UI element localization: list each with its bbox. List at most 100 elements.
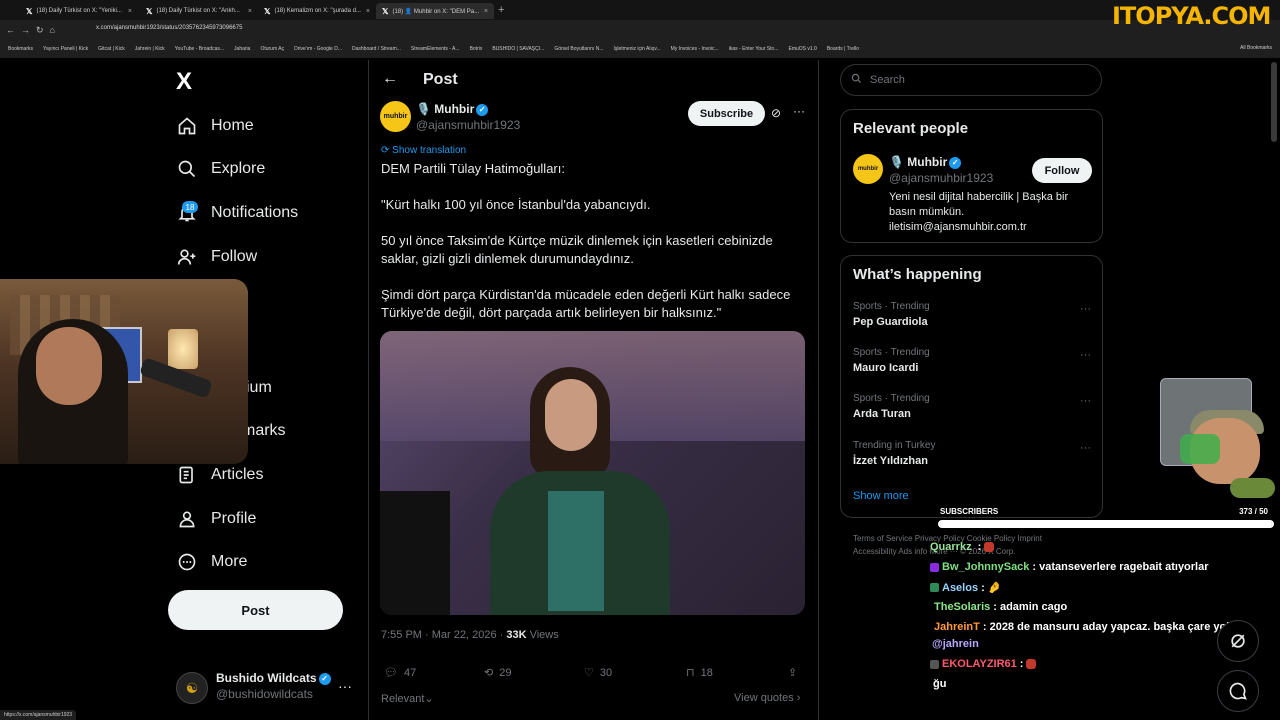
nav-profile[interactable]: Profile (176, 504, 256, 534)
bookmark-item[interactable]: ikas - Enter Your Sto... (729, 46, 779, 52)
browser-tab-active[interactable]: 𝕏 (18) 👤 Muhbir on X: "DEM Pa... × (376, 3, 494, 19)
emote-icon (1026, 659, 1037, 669)
show-more-link[interactable]: Show more (853, 490, 909, 502)
reply-button[interactable]: 💬︎ 47 (384, 666, 416, 680)
bookmark-item[interactable]: Boards | Trello (827, 46, 859, 52)
subscriber-progress-fill (940, 522, 1272, 526)
more-icon[interactable]: ··· (793, 104, 805, 118)
share-icon: ⇪ (788, 667, 798, 679)
bookmark-item[interactable]: Yayıncı Paneli | Kick (43, 46, 88, 52)
address-bar[interactable]: ←→↻⌂ x.com/ajansmuhbir1923/status/203576… (0, 22, 1280, 40)
messages-fab-icon[interactable] (1217, 670, 1259, 712)
cam-face (36, 327, 102, 405)
show-translation-link[interactable]: ⟳ Show translation (381, 145, 466, 156)
nav-label: Profile (211, 510, 257, 527)
scrollbar[interactable] (1271, 62, 1277, 142)
grok-icon[interactable]: ⊘ (771, 106, 781, 120)
views-count: 33K (506, 629, 527, 641)
x-favicon-icon: 𝕏 (146, 6, 153, 16)
more-icon[interactable]: ··· (338, 678, 352, 694)
bookmark-item[interactable]: Görsel Boyutlarını N... (554, 46, 603, 52)
close-tab-icon[interactable]: × (484, 8, 488, 15)
author-name[interactable]: 🎙️ Muhbir (416, 102, 474, 116)
author-handle[interactable]: @ajansmuhbir1923 (416, 118, 520, 132)
trend-item[interactable]: Sports · Trending Mauro Icardi ··· (853, 347, 1091, 383)
url-text[interactable]: x.com/ajansmuhbir1923/status/20357623459… (96, 25, 242, 31)
nav-label: Articles (211, 466, 264, 483)
post-timestamp: 7:55 PM · Mar 22, 2026 · 33K Views (381, 629, 559, 641)
nav-more[interactable]: More (176, 547, 247, 577)
bookmark-item[interactable]: BUSHIDO | SAVAŞÇI... (492, 46, 544, 52)
trend-item[interactable]: Sports · Trending Arda Turan ··· (853, 393, 1091, 429)
person-bio: Yeni nesil dijital habercilik | Başka bi… (889, 191, 1069, 233)
bookmark-item[interactable]: Jaharia (234, 46, 250, 52)
bookmarks-bar: Bookmarks Yayıncı Paneli | Kick Gitcat |… (0, 42, 1280, 56)
x-favicon-icon: 𝕏 (382, 6, 389, 16)
post-image[interactable] (380, 331, 805, 615)
nav-bookmarks[interactable]: marks (242, 416, 286, 446)
share-button[interactable]: ⇪ (788, 666, 797, 679)
nav-articles[interactable]: Articles (176, 460, 263, 490)
nav-explore[interactable]: Explore (176, 154, 265, 184)
more-icon[interactable]: ··· (1080, 349, 1091, 361)
more-icon[interactable]: ··· (1080, 303, 1091, 315)
nav-premium[interactable]: ium (246, 373, 272, 403)
bookmark-item[interactable]: My Invoices - Invoic... (671, 46, 719, 52)
like-button[interactable]: ♡ 30 (584, 666, 612, 680)
bookmark-item[interactable]: StreamElements - A... (411, 46, 460, 52)
sub-badge-icon (930, 562, 939, 572)
emote-icon (984, 542, 995, 552)
repost-button[interactable]: ⟲ 29 (484, 666, 511, 680)
bookmark-item[interactable]: Jahrein | Kick (135, 46, 165, 52)
page-title: Post (423, 71, 458, 88)
reply-sort-dropdown[interactable]: Relevant⌄ (381, 692, 434, 705)
post-button[interactable]: Post (168, 590, 343, 630)
whats-happening-card: What’s happening Sports · Trending Pep Gu… (840, 255, 1103, 518)
subscribe-button[interactable]: Subscribe (688, 101, 765, 126)
x-logo-icon[interactable]: X (176, 68, 192, 96)
avatar: ☯ (176, 672, 208, 704)
post-paragraph: "Kürt halkı 100 yıl önce İstanbul'da yab… (381, 197, 651, 212)
nav-home[interactable]: Home (176, 111, 254, 141)
nav-label: Notifications (211, 204, 299, 221)
trend-item[interactable]: Trending in Turkey İzzet Yıldızhan ··· (853, 440, 1091, 476)
close-tab-icon[interactable]: × (366, 8, 370, 15)
trend-item[interactable]: Sports · Trending Pep Guardiola ··· (853, 301, 1091, 337)
browser-tab[interactable]: 𝕏 (18) Daily Türkist on X: "Ankh... × (140, 3, 258, 19)
bookmark-item[interactable]: Dashboard / Stream... (352, 46, 401, 52)
search-icon (176, 158, 198, 180)
post-paragraph: Şimdi dört parça Kürdistan'da mücadele e… (381, 287, 791, 320)
browser-tab[interactable]: 𝕏 (18) Kemalizm on X: "şurada d... × (258, 3, 376, 19)
search-input[interactable]: Search (840, 64, 1102, 96)
bookmark-item[interactable]: Bookmarks (8, 46, 33, 52)
bookmark-item[interactable]: Botrix (470, 46, 483, 52)
bookmark-item[interactable]: EmuOS v1.0 (788, 46, 816, 52)
follow-button[interactable]: Follow (1032, 158, 1092, 183)
new-tab-icon[interactable]: + (498, 4, 504, 16)
all-bookmarks[interactable]: All Bookmarks (1240, 45, 1272, 51)
translate-icon: ⟳ (381, 145, 393, 156)
navigation-buttons[interactable]: ←→↻⌂ (6, 25, 61, 36)
bookmark-item[interactable]: Drive'ım - Google D... (294, 46, 342, 52)
bookmark-item[interactable]: YouTube - Broadcas... (175, 46, 224, 52)
view-quotes-link[interactable]: View quotes › (734, 692, 800, 704)
author-avatar[interactable]: muhbir (380, 101, 411, 132)
bookmark-button[interactable]: ⊓ 18 (686, 666, 713, 680)
card-title: What’s happening (853, 266, 982, 283)
close-tab-icon[interactable]: × (128, 8, 132, 15)
bookmark-item[interactable]: Oturum Aç (260, 46, 284, 52)
close-tab-icon[interactable]: × (248, 8, 252, 15)
person-name[interactable]: 🎙️ Muhbir (889, 155, 947, 169)
verified-icon: ✓ (476, 103, 489, 116)
bookmark-item[interactable]: İşletmeniz için Alışv... (614, 46, 661, 52)
relevant-people-card: Relevant people muhbir 🎙️ Muhbir ✓ @ajans… (840, 109, 1103, 243)
browser-tab[interactable]: 𝕏 (18) Daily Türkist on X: "Yeniki... × (20, 3, 138, 19)
more-icon[interactable]: ··· (1080, 442, 1091, 454)
grok-fab-icon[interactable] (1217, 620, 1259, 662)
bookmark-item[interactable]: Gitcat | Kick (98, 46, 125, 52)
home-icon (176, 115, 198, 137)
back-arrow-icon[interactable]: ← (382, 70, 398, 88)
nav-follow[interactable]: Follow (176, 242, 257, 272)
avatar[interactable]: muhbir (853, 154, 883, 184)
more-icon[interactable]: ··· (1080, 395, 1091, 407)
